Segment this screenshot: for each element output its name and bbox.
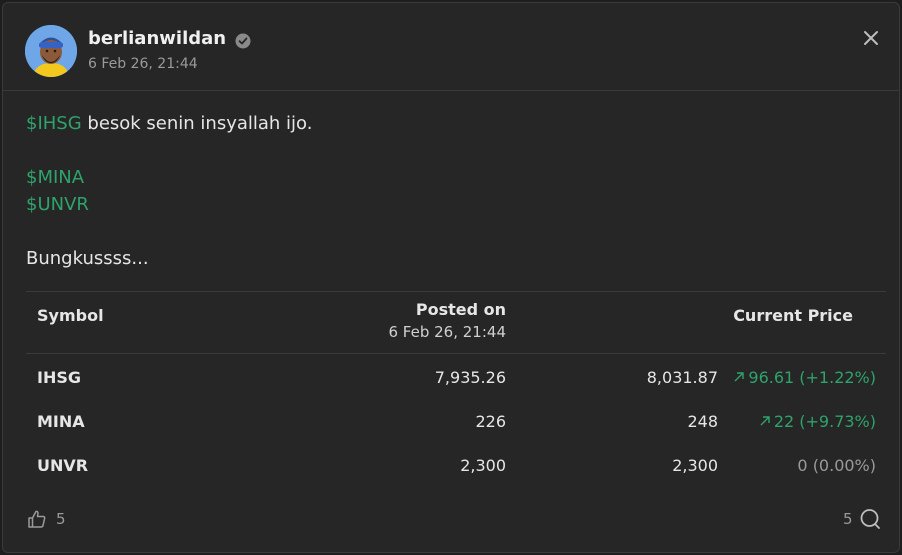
row-posted-price: 2,300 bbox=[460, 456, 506, 475]
avatar-illustration bbox=[25, 25, 77, 77]
avatar[interactable] bbox=[25, 25, 77, 77]
column-header-current-price: Current Price bbox=[733, 306, 853, 325]
column-header-posted-date: 6 Feb 26, 21:44 bbox=[388, 323, 507, 341]
row-current-price: 2,300 bbox=[672, 456, 718, 475]
table-top-divider bbox=[26, 291, 886, 292]
post-timestamp[interactable]: 6 Feb 26, 21:44 bbox=[88, 56, 198, 72]
row-change-value: 22 (+9.73%) bbox=[773, 412, 876, 431]
verified-badge-icon bbox=[235, 33, 251, 49]
thumbs-up-icon bbox=[28, 510, 46, 528]
row-change-value: 96.61 (+1.22%) bbox=[748, 368, 876, 387]
ticker-link-unvr[interactable]: $UNVR bbox=[26, 194, 89, 215]
row-price-change: 22 (+9.73%) bbox=[759, 412, 876, 431]
close-icon[interactable] bbox=[861, 28, 881, 48]
arrow-up-right-icon bbox=[760, 416, 770, 426]
post-text: besok senin insyallah ijo. bbox=[81, 113, 313, 134]
like-count: 5 bbox=[56, 510, 66, 528]
row-price-change: 0 (0.00%) bbox=[797, 456, 876, 475]
post-card: berlianwildan 6 Feb 26, 21:44 $IHSG beso… bbox=[2, 2, 900, 553]
comment-count: 5 bbox=[843, 510, 853, 528]
column-header-symbol: Symbol bbox=[37, 306, 104, 325]
comment-bubble-icon bbox=[860, 509, 880, 529]
post-body: $IHSG besok senin insyallah ijo. $MINA $… bbox=[26, 110, 312, 272]
arrow-up-right-icon bbox=[734, 372, 745, 382]
table-header-divider bbox=[26, 353, 886, 354]
comment-button[interactable]: 5 bbox=[843, 508, 881, 530]
header-divider bbox=[3, 90, 899, 91]
column-header-posted-on: Posted on bbox=[415, 300, 506, 319]
row-current-price: 248 bbox=[687, 412, 718, 431]
row-symbol[interactable]: MINA bbox=[37, 412, 85, 431]
post-line-1: $IHSG besok senin insyallah ijo. bbox=[26, 110, 312, 137]
author-username[interactable]: berlianwildan bbox=[88, 28, 226, 49]
row-posted-price: 226 bbox=[475, 412, 506, 431]
row-symbol[interactable]: UNVR bbox=[37, 456, 88, 475]
like-button[interactable]: 5 bbox=[26, 508, 66, 530]
post-closing: Bungkussss... bbox=[26, 248, 149, 269]
row-price-change: 96.61 (+1.22%) bbox=[733, 368, 876, 387]
ticker-link-mina[interactable]: $MINA bbox=[26, 167, 84, 188]
ticker-link-ihsg[interactable]: $IHSG bbox=[26, 113, 82, 134]
row-symbol[interactable]: IHSG bbox=[37, 368, 81, 387]
row-posted-price: 7,935.26 bbox=[434, 368, 506, 387]
row-current-price: 8,031.87 bbox=[646, 368, 718, 387]
